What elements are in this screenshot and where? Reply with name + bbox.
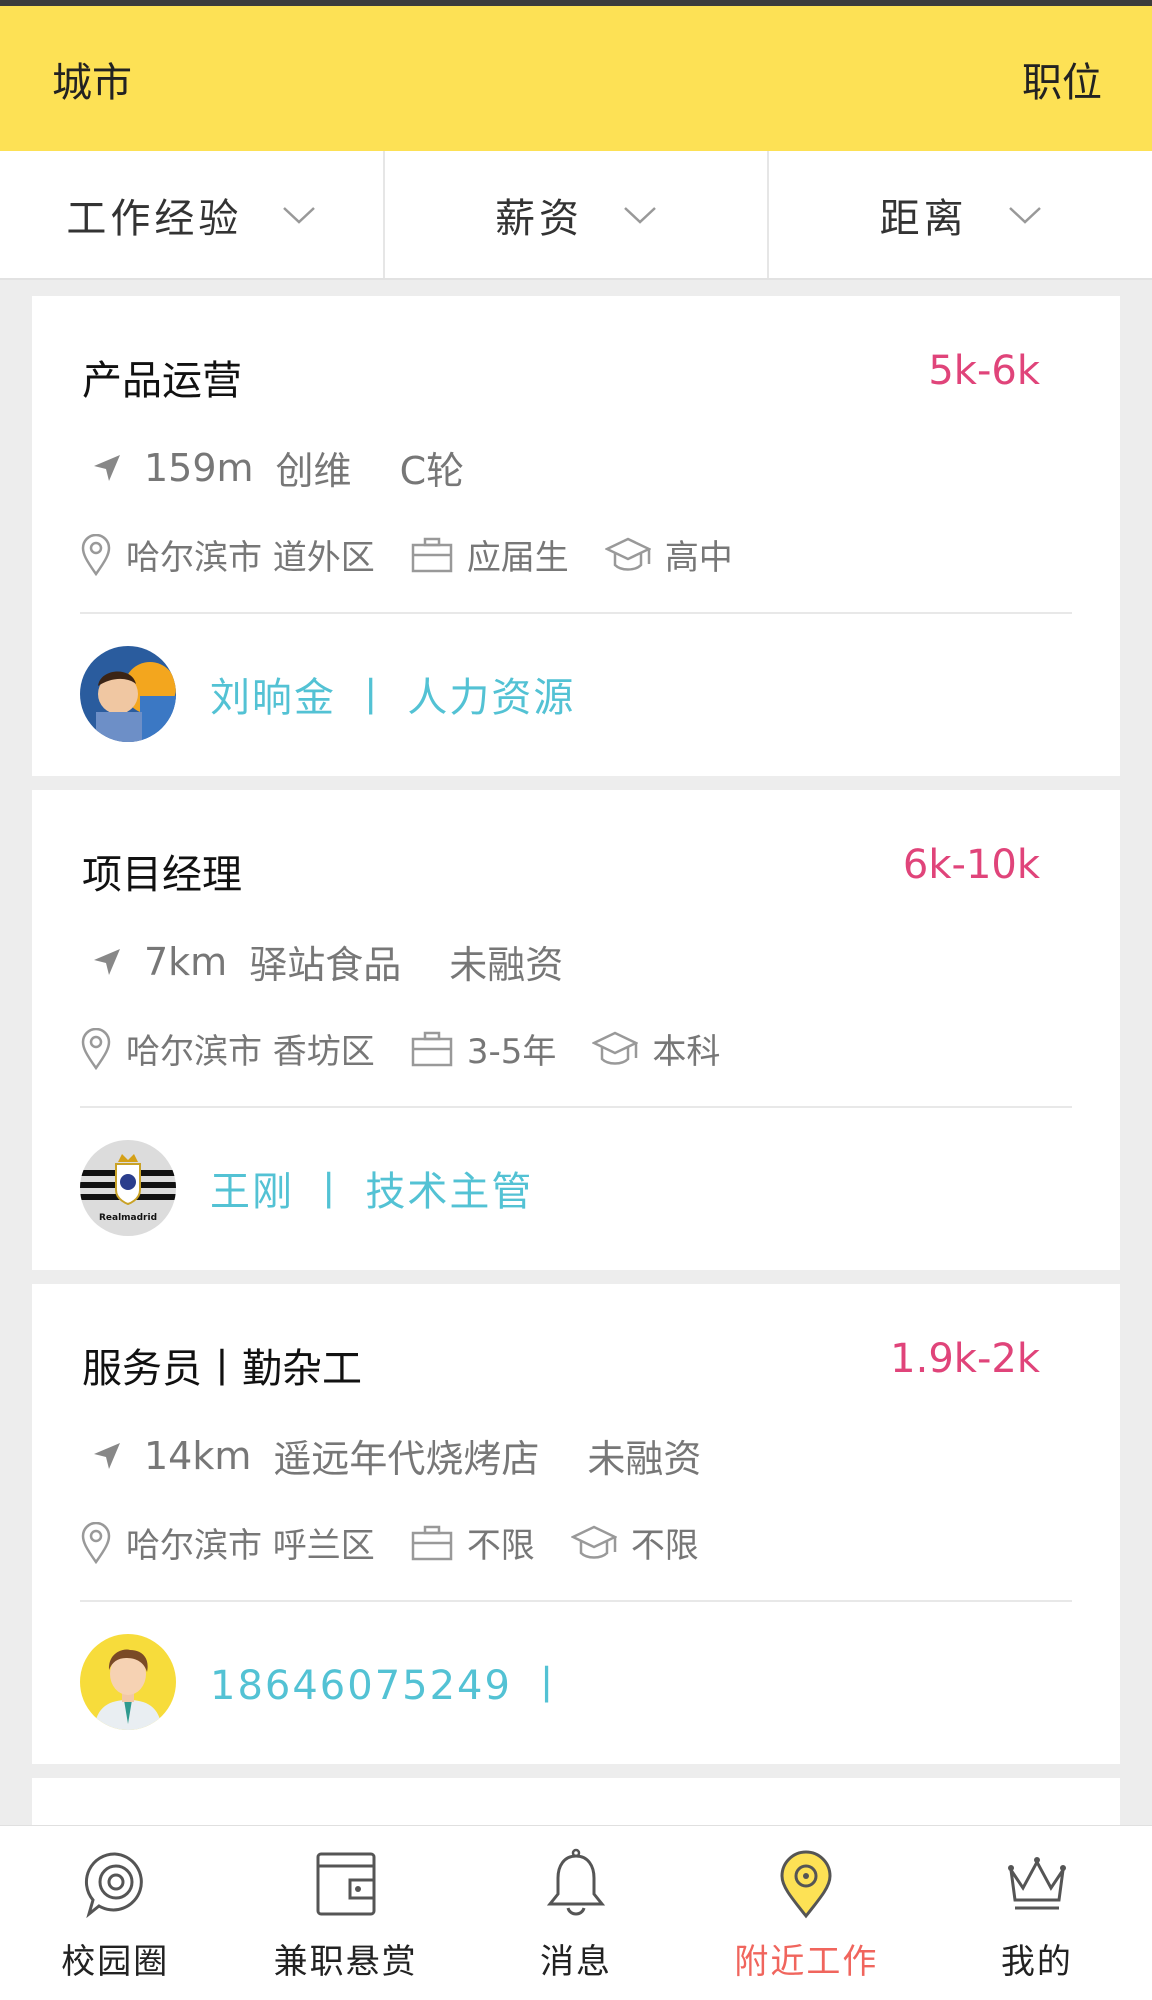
job-education: 不限 [630,1526,699,1566]
nav-parttime-reward[interactable]: 兼职悬赏 [230,1826,460,2000]
job-requirements: 哈尔滨市 香坊区 3-5年 本科 [80,1024,756,1073]
job-company: 遥远年代烧烤店 [273,1437,540,1481]
card-divider [80,1600,1072,1602]
job-experience: 应届生 [466,538,569,578]
nav-label: 消息 [540,1942,613,1982]
contact-person: 王刚 丨 技术主管 [210,1169,534,1215]
job-location: 哈尔滨市 香坊区 [126,1032,375,1072]
location-pin-icon [81,1521,111,1564]
bell-icon [546,1848,606,1916]
nav-label: 附近工作 [734,1942,879,1982]
nav-label: 我的 [1000,1942,1073,1982]
navigation-arrow-icon [94,454,120,481]
bottom-navigation: 校园圈 兼职悬赏 消息 附近工作 我的 [0,1825,1152,2000]
nav-campus-circle[interactable]: 校园圈 [0,1826,230,2000]
job-distance: 159m [144,445,254,490]
nav-label: 兼职悬赏 [273,1942,418,1982]
position-selector[interactable]: 职位 [1022,50,1102,108]
job-company: 驿站食品 [249,943,402,987]
job-company: 创维 [275,449,352,493]
nav-nearby-jobs[interactable]: 附近工作 [691,1826,921,2000]
job-requirements: 哈尔滨市 呼兰区 不限 不限 [80,1518,735,1567]
job-distance: 14km [144,1433,252,1478]
location-pin-icon [81,1027,111,1070]
contact-person: 刘晌金 丨 人力资源 [210,675,576,721]
briefcase-icon [411,1525,453,1560]
job-contact[interactable]: 刘晌金 丨 人力资源 [80,646,575,742]
job-company-line: 159m 创维 C轮 [92,440,464,495]
job-company-line: 7km 驿站食品 未融资 [92,934,563,989]
top-header: 城市 职位 [0,6,1152,151]
graduation-cap-icon [570,1525,617,1559]
job-salary: 5k-6k [928,348,1040,394]
job-title: 项目经理 [82,852,242,898]
job-funding: C轮 [399,449,465,493]
wallet-icon [316,1852,376,1916]
cartoon-man-avatar [80,1634,176,1730]
crown-icon [1007,1857,1066,1910]
chevron-down-icon [283,206,316,224]
nav-messages[interactable]: 消息 [461,1826,691,2000]
card-divider [80,1106,1072,1108]
job-experience: 不限 [466,1526,535,1566]
job-card[interactable]: 项目经理 6k-10k 7km 驿站食品 未融资 哈尔滨市 香坊区 3-5年 本… [32,790,1120,1270]
contact-person: 18646075249 丨 [210,1663,569,1709]
job-title: 服务员丨勤杂工 [82,1346,362,1392]
graduation-cap-icon [604,537,651,571]
job-contact[interactable]: 18646075249 丨 [80,1634,569,1730]
filter-experience[interactable]: 工作经验 [0,151,383,278]
job-card[interactable]: 服务员丨勤杂工 1.9k-2k 14km 遥远年代烧烤店 未融资 哈尔滨市 呼兰… [32,1284,1120,1764]
nav-mine[interactable]: 我的 [922,1826,1152,2000]
job-experience: 3-5年 [466,1032,557,1072]
filter-salary[interactable]: 薪资 [382,151,768,278]
filter-label: 工作经验 [66,195,243,242]
city-selector[interactable]: 城市 [52,50,132,108]
job-salary: 6k-10k [902,842,1040,888]
job-education: 本科 [652,1032,721,1072]
nav-label: 校园圈 [61,1942,170,1982]
filter-label: 距离 [879,195,968,242]
filter-bar: 工作经验 薪资 距离 [0,151,1152,280]
chevron-down-icon [1008,206,1041,224]
briefcase-icon [411,537,453,572]
location-pin-icon [780,1850,832,1919]
briefcase-icon [411,1031,453,1066]
job-contact[interactable]: Realmadrid 王刚 丨 技术主管 [80,1140,533,1236]
job-location: 哈尔滨市 道外区 [126,538,375,578]
navigation-arrow-icon [94,1442,120,1469]
child-photo-avatar [80,646,176,742]
navigation-arrow-icon [94,948,120,975]
filter-label: 薪资 [495,195,583,242]
job-location: 哈尔滨市 呼兰区 [126,1526,375,1566]
location-pin-icon [81,533,111,576]
job-card[interactable]: 产品运营 5k-6k 159m 创维 C轮 哈尔滨市 道外区 应届生 高中 刘晌… [32,296,1120,776]
avatar-caption: Realmadrid [99,1213,157,1223]
filter-distance[interactable]: 距离 [767,151,1152,278]
job-title: 产品运营 [82,358,242,404]
job-distance: 7km [144,939,228,984]
job-education: 高中 [664,538,733,578]
card-divider [80,612,1072,614]
realmadrid-logo-avatar: Realmadrid [80,1140,176,1236]
job-requirements: 哈尔滨市 道外区 应届生 高中 [80,530,769,579]
camera-bubble-icon [85,1852,143,1919]
chevron-down-icon [624,206,656,224]
graduation-cap-icon [592,1031,639,1065]
job-funding: 未融资 [449,943,564,987]
job-salary: 1.9k-2k [890,1336,1040,1382]
job-funding: 未融资 [587,1437,702,1481]
job-company-line: 14km 遥远年代烧烤店 未融资 [92,1428,701,1483]
